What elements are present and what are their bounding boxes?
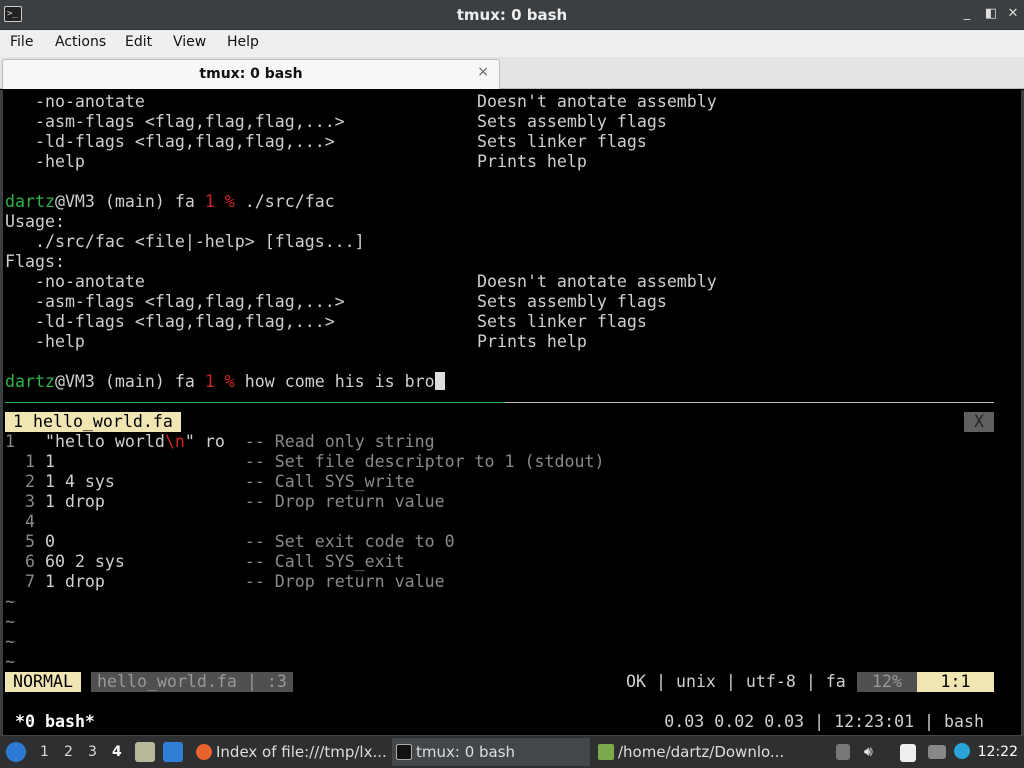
- show-desktop-icon[interactable]: [163, 742, 183, 762]
- vim-buffer-tab[interactable]: 1 hello_world.fa: [5, 412, 181, 432]
- task-firefox[interactable]: Index of file:///tmp/lx...: [192, 738, 388, 766]
- vim-code-line: 3 1 drop -- Drop return value: [5, 492, 445, 511]
- vim-code-line: 4: [5, 512, 45, 531]
- tab-label: tmux: 0 bash: [199, 66, 303, 82]
- network-icon[interactable]: [928, 745, 946, 759]
- tab-tmux-bash[interactable]: tmux: 0 bash ×: [2, 59, 500, 89]
- terminal-line: -no-anotate Doesn't anotate assembly: [5, 92, 717, 111]
- terminal-line: ./src/fac <file|-help> [flags...]: [5, 232, 365, 251]
- minimize-button[interactable]: _: [958, 5, 976, 23]
- vim-filename: hello_world.fa | :3: [91, 672, 293, 692]
- tab-bar: tmux: 0 bash ×: [0, 57, 1024, 89]
- vim-empty-line: ~: [5, 632, 15, 651]
- task-terminal[interactable]: tmux: 0 bash: [392, 738, 590, 766]
- menu-actions[interactable]: Actions: [55, 34, 106, 50]
- volume-icon[interactable]: 🔊︎: [864, 744, 880, 760]
- vim-percent: 12%: [857, 672, 917, 692]
- workspace-4[interactable]: 4: [112, 744, 122, 760]
- vim-code-line: 5 0 -- Set exit code to 0: [5, 532, 455, 551]
- terminal-area[interactable]: -no-anotate Doesn't anotate assembly -asm…: [0, 90, 1024, 735]
- vim-statusline: NORMAL hello_world.fa | :3 OK | unix | u…: [5, 672, 994, 692]
- task-file-manager[interactable]: /home/dartz/Downlo...: [594, 738, 784, 766]
- vim-code-line: 2 1 4 sys -- Call SYS_write: [5, 472, 415, 491]
- clock: 12:22: [977, 744, 1018, 760]
- shell-prompt: dartz@VM3 (main) fa 1 % ./src/fac: [5, 192, 335, 211]
- text-cursor: [434, 372, 445, 390]
- folder-icon: [598, 744, 614, 760]
- workspace-2[interactable]: 2: [64, 744, 73, 760]
- window-titlebar: >_ tmux: 0 bash _ ◧ ✕: [0, 0, 1024, 30]
- menu-file[interactable]: File: [10, 34, 33, 50]
- vim-bufferline: 1 hello_world.fa X: [5, 412, 994, 432]
- menu-edit[interactable]: Edit: [125, 34, 152, 50]
- menu-view[interactable]: View: [173, 34, 206, 50]
- vim-code-line: 1 1 -- Set file descriptor to 1 (stdout): [5, 452, 605, 471]
- firefox-icon: [196, 744, 212, 760]
- vim-empty-line: ~: [5, 592, 15, 611]
- shell-prompt-current[interactable]: dartz@VM3 (main) fa 1 % how come his is …: [5, 372, 445, 392]
- vim-code-line: 6 60 2 sys -- Call SYS_exit: [5, 552, 405, 571]
- clipboard-icon[interactable]: [900, 744, 916, 762]
- bluetooth-icon[interactable]: [954, 743, 970, 759]
- terminal-icon: [396, 744, 412, 760]
- start-menu-icon[interactable]: [6, 742, 26, 762]
- terminal-line: Flags:: [5, 252, 65, 271]
- terminal-line: -ld-flags <flag,flag,flag,...> Sets linke…: [5, 312, 647, 331]
- menubar: File Actions Edit View Help: [0, 30, 1024, 57]
- terminal-line: Usage:: [5, 212, 65, 231]
- tmux-status-right: 0.03 0.02 0.03 | 12:23:01 | bash: [664, 712, 984, 731]
- vim-buffer-close[interactable]: X: [964, 412, 994, 432]
- eject-icon[interactable]: [836, 744, 850, 760]
- vim-code-line: 7 1 drop -- Drop return value: [5, 572, 445, 591]
- taskbar: 1 2 3 4 Index of file:///tmp/lx... tmux:…: [0, 735, 1024, 768]
- workspace-1[interactable]: 1: [40, 744, 49, 760]
- vim-cursor-position: 1:1: [917, 672, 994, 692]
- terminal-line: -asm-flags <flag,flag,flag,...> Sets asse…: [5, 292, 667, 311]
- tab-close-icon[interactable]: ×: [477, 64, 489, 80]
- menu-help[interactable]: Help: [227, 34, 259, 50]
- terminal-line: -no-anotate Doesn't anotate assembly: [5, 272, 717, 291]
- vim-mode: NORMAL: [5, 672, 81, 692]
- maximize-button[interactable]: ◧: [982, 5, 1000, 23]
- close-window-button[interactable]: ✕: [1004, 5, 1022, 23]
- tmux-statusbar: *0 bash* 0.03 0.02 0.03 | 12:23:01 | bas…: [5, 712, 994, 732]
- workspace-3[interactable]: 3: [88, 744, 97, 760]
- window-title: tmux: 0 bash: [456, 6, 568, 24]
- vim-empty-line: ~: [5, 652, 15, 671]
- terminal-line: -help Prints help: [5, 332, 587, 351]
- terminal-line: -ld-flags <flag,flag,flag,...> Sets linke…: [5, 132, 647, 151]
- vim-code-line: 1 "hello world\n" ro -- Read only string: [5, 432, 435, 451]
- terminal-line: -help Prints help: [5, 152, 587, 171]
- terminal-line: -asm-flags <flag,flag,flag,...> Sets asse…: [5, 112, 667, 131]
- vim-empty-line: ~: [5, 612, 15, 631]
- tmux-window-item[interactable]: *0 bash*: [15, 712, 95, 732]
- active-pane-indicator: [5, 402, 505, 403]
- vim-file-info: OK | unix | utf-8 | fa: [626, 672, 846, 691]
- file-manager-icon[interactable]: [135, 742, 155, 762]
